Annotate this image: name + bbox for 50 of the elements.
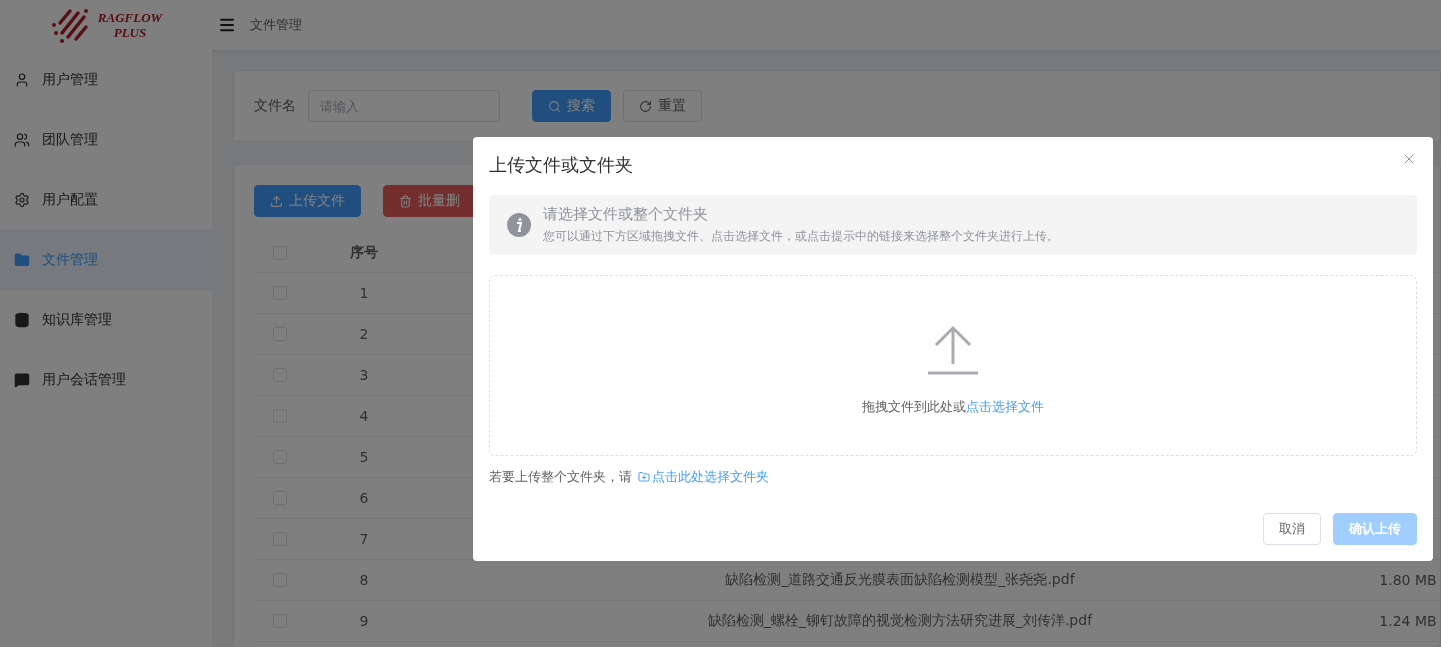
sidebar-item[interactable]: 用户配置 bbox=[0, 170, 212, 230]
table-cell-text: 9 bbox=[358, 613, 370, 629]
logo-text: RAGFLOW bbox=[97, 10, 163, 25]
upload-button[interactable]: 上传文件 bbox=[254, 185, 361, 217]
trash-icon bbox=[399, 194, 412, 208]
table-cell-text: 缺陷检测_道路交通反光膜表面缺陷检测模型_张尧尧.pdf bbox=[724, 571, 1076, 589]
settings-icon bbox=[14, 192, 30, 208]
folder-icon bbox=[14, 252, 30, 268]
sidebar-item[interactable]: 团队管理 bbox=[0, 110, 212, 170]
batch-delete-button[interactable]: 批量删 bbox=[383, 185, 476, 217]
chat-icon bbox=[14, 372, 30, 388]
alert-description: 您可以通过下方区域拖拽文件、点击选择文件，或点击提示中的链接来选择整个文件夹进行上传。 bbox=[543, 228, 1059, 245]
folder-plus-icon bbox=[638, 471, 650, 483]
refresh-icon bbox=[639, 99, 652, 113]
table-cell-text: 7 bbox=[358, 531, 370, 547]
upload-icon bbox=[270, 194, 283, 208]
table-cell-text: 1.24 MB bbox=[1378, 613, 1438, 629]
breadcrumb: 文件管理 bbox=[250, 16, 302, 34]
table-cell-text: 4 bbox=[358, 408, 370, 424]
column-header: 序号 bbox=[349, 243, 379, 262]
sidebar-item[interactable]: 知识库管理 bbox=[0, 290, 212, 350]
table-cell-text: 3 bbox=[358, 367, 370, 383]
table-cell-text: 8 bbox=[358, 572, 370, 588]
sidebar-item[interactable]: 用户管理 bbox=[0, 50, 212, 110]
drop-zone[interactable]: 拖拽文件到此处或点击选择文件 bbox=[489, 275, 1417, 456]
table-cell-text: 5 bbox=[358, 449, 370, 465]
alert-title: 请选择文件或整个文件夹 bbox=[543, 205, 709, 224]
logo-text: PLUS bbox=[113, 25, 147, 40]
table-cell-text: 1 bbox=[358, 285, 370, 301]
folder-hint: 若要上传整个文件夹，请 bbox=[489, 468, 632, 486]
cancel-button[interactable]: 取消 bbox=[1263, 513, 1321, 545]
users-icon bbox=[14, 132, 30, 148]
table-cell-text: 6 bbox=[358, 490, 370, 506]
dialog-title: 上传文件或文件夹 bbox=[489, 153, 633, 177]
upload-arrow-icon bbox=[926, 323, 980, 376]
reset-button[interactable]: 重置 bbox=[623, 90, 702, 122]
menu-icon[interactable] bbox=[218, 16, 236, 34]
user-icon bbox=[14, 72, 30, 88]
search-icon bbox=[548, 99, 561, 113]
sidebar-item[interactable]: 文件管理 bbox=[0, 230, 212, 290]
select-file-link[interactable]: 点击选择文件 bbox=[966, 397, 1044, 416]
select-folder-link[interactable]: 点击此处选择文件夹 bbox=[638, 468, 769, 486]
table-cell-text: 1.80 MB bbox=[1378, 572, 1438, 588]
info-icon bbox=[507, 213, 531, 237]
field-label: 文件名 bbox=[254, 97, 296, 115]
search-button[interactable]: 搜索 bbox=[532, 90, 611, 122]
drop-hint: 拖拽文件到此处或点击选择文件 bbox=[862, 397, 1044, 416]
sidebar-item[interactable]: 用户会话管理 bbox=[0, 350, 212, 410]
table-cell-text: 缺陷检测_螺栓_铆钉故障的视觉检测方法研究进展_刘传洋.pdf bbox=[706, 612, 1094, 630]
table-cell-text: 2 bbox=[358, 326, 370, 342]
